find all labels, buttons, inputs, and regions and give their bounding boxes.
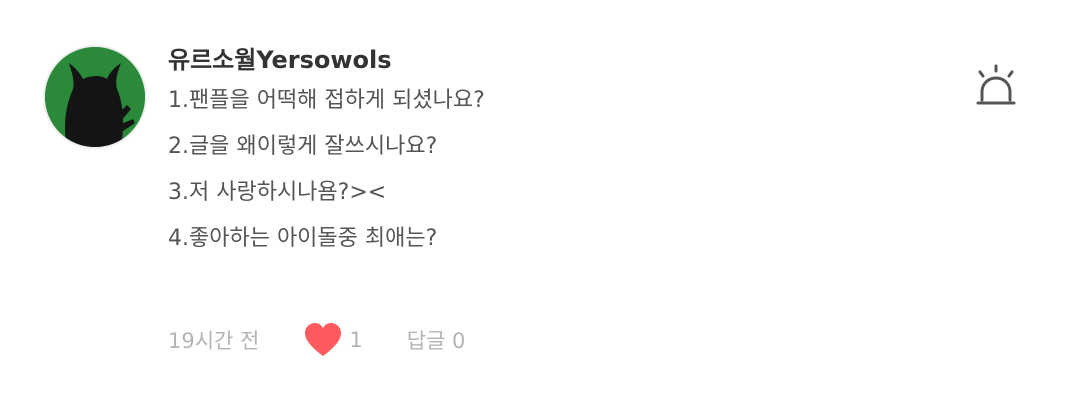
report-button[interactable] bbox=[970, 62, 1022, 114]
like-count: 1 bbox=[349, 328, 363, 352]
comment-item: 유르소월Yersowols 1.팬플을 어떡해 접하게 되셨나요? 2.글을 왜… bbox=[0, 0, 1080, 414]
comment-author[interactable]: 유르소월Yersowols bbox=[168, 40, 392, 75]
reply-button[interactable]: 답글 0 bbox=[407, 325, 466, 355]
comment-line: 4.좋아하는 아이돌중 최애는? bbox=[168, 226, 438, 251]
avatar[interactable] bbox=[43, 45, 147, 149]
avatar-image bbox=[45, 47, 145, 147]
comment-body: 1.팬플을 어떡해 접하게 되셨나요? 2.글을 왜이렇게 잘쓰시나요? 3.저… bbox=[168, 84, 485, 268]
siren-icon bbox=[976, 64, 1016, 105]
comment-line: 2.글을 왜이렇게 잘쓰시나요? bbox=[168, 134, 438, 159]
comment-footer: 19시간 전 1 답글 0 bbox=[168, 322, 465, 358]
like-button[interactable]: 1 bbox=[303, 322, 363, 358]
comment-line: 3.저 사랑하시나욤?>< bbox=[168, 180, 387, 205]
heart-icon bbox=[303, 322, 343, 358]
comment-line: 1.팬플을 어떡해 접하게 되셨나요? bbox=[168, 88, 485, 113]
comment-time: 19시간 전 bbox=[168, 329, 260, 353]
